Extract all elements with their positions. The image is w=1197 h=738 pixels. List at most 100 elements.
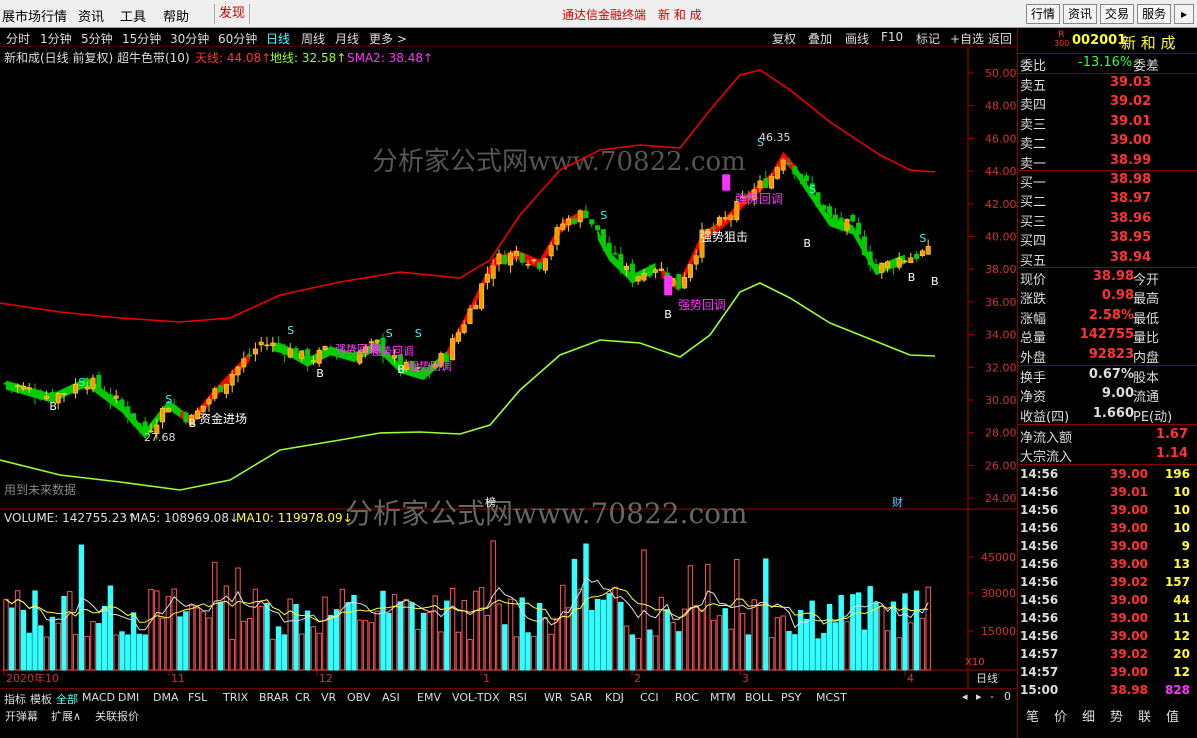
volume-bar <box>96 622 102 671</box>
period-30min[interactable]: 30分钟 <box>170 30 209 47</box>
top-button-news[interactable]: 资讯 <box>1063 4 1097 24</box>
indicator-tab[interactable]: VOL-TDX <box>452 691 500 704</box>
toolbar-draw[interactable]: 画线 <box>845 30 869 47</box>
footer-control[interactable]: ▸ <box>976 690 982 703</box>
quote-tab[interactable]: 细 <box>1082 706 1095 725</box>
volume-bar <box>478 587 485 671</box>
indicator-tab[interactable]: SAR <box>570 691 592 704</box>
top-button-service[interactable]: 服务 <box>1137 4 1171 24</box>
footer-control[interactable]: - <box>990 690 994 703</box>
tick-volume: 12 <box>1173 629 1190 643</box>
indicator-tab[interactable]: 指标 <box>4 691 26 707</box>
volume-bar <box>333 609 340 671</box>
menu-news[interactable]: 资讯 <box>78 6 104 25</box>
indicator-tab[interactable]: MCST <box>816 691 847 704</box>
volume-bar <box>809 600 815 671</box>
indicator-tab[interactable]: BOLL <box>745 691 773 704</box>
indicator-tab[interactable]: BRAR <box>259 691 289 704</box>
toolbar-overlay[interactable]: 叠加 <box>808 30 832 47</box>
indicator-tab[interactable]: WR <box>544 691 563 704</box>
quote-tab[interactable]: 势 <box>1110 706 1123 725</box>
stat-row: 涨跌 0.98 最高 <box>1018 287 1197 307</box>
quote-tab[interactable]: 联 <box>1138 706 1151 725</box>
candle-body <box>879 263 885 273</box>
toolbar-add-favorite[interactable]: +自选 <box>950 30 984 47</box>
menu-discover[interactable]: 发现 <box>214 4 251 24</box>
tick-volume: 828 <box>1164 683 1190 697</box>
volume-bar <box>43 636 50 671</box>
price-tick: 42.00 <box>985 198 1017 211</box>
footer-expand[interactable]: 扩展∧ <box>51 708 81 724</box>
period-weekly[interactable]: 周线 <box>301 30 325 47</box>
volume-bar <box>61 595 67 671</box>
period-daily[interactable]: 日线 <box>266 30 290 47</box>
volume-bar <box>676 631 682 671</box>
candle-body <box>305 349 311 366</box>
candle-body <box>780 159 786 171</box>
indicator-tab[interactable]: PSY <box>781 691 801 704</box>
footer-control[interactable]: 0 <box>1004 690 1011 703</box>
menu-more-icon[interactable]: ▸ <box>1174 4 1194 24</box>
tick-volume: 44 <box>1173 593 1190 607</box>
candle-body <box>119 399 125 407</box>
tick-volume: 157 <box>1164 575 1190 589</box>
indicator-tab[interactable]: MACD <box>82 691 115 704</box>
indicator-tab[interactable]: ASI <box>382 691 400 704</box>
period-1min[interactable]: 1分钟 <box>40 30 72 47</box>
candle-body <box>890 263 896 268</box>
toolbar-f10[interactable]: F10 <box>881 30 903 44</box>
quote-tab[interactable]: 笔 <box>1026 706 1039 725</box>
quote-tab[interactable]: 值 <box>1166 706 1179 725</box>
period-monthly[interactable]: 月线 <box>335 30 359 47</box>
volume-bar <box>9 607 15 671</box>
volume-bar <box>681 608 688 671</box>
indicator-tab[interactable]: MTM <box>710 691 736 704</box>
toolbar-mark[interactable]: 标记 <box>916 30 940 47</box>
menu-tools[interactable]: 工具 <box>120 6 146 25</box>
bang-marker[interactable]: 榜 <box>485 495 496 509</box>
indicator-tab[interactable]: RSI <box>509 691 527 704</box>
volume-bar <box>438 631 444 671</box>
menu-help[interactable]: 帮助 <box>163 6 189 25</box>
candle-body <box>9 383 15 387</box>
indicator-tab[interactable]: DMI <box>118 691 139 704</box>
indicator-tab[interactable]: OBV <box>347 691 370 704</box>
top-button-trade[interactable]: 交易 <box>1100 4 1134 24</box>
indicator-tab[interactable]: EMV <box>417 691 441 704</box>
indicator-tab[interactable]: TRIX <box>223 691 248 704</box>
sell-signal: S <box>415 327 422 340</box>
kline-chart[interactable]: 50.00 48.00 46.00 44.00 42.00 40.00 38.00 36.00… <box>0 47 1017 690</box>
candle-body <box>450 338 456 361</box>
indicator-tab[interactable]: FSL <box>188 691 207 704</box>
toolbar-adjust[interactable]: 复权 <box>772 30 796 47</box>
period-15min[interactable]: 15分钟 <box>122 30 161 47</box>
volume-bar <box>20 609 27 671</box>
candle-body <box>252 348 258 355</box>
volume-bar <box>380 590 386 671</box>
indicator-tab[interactable]: VR <box>321 691 336 704</box>
stat-row: 现价 38.98 今开 <box>1018 268 1197 288</box>
indicator-tab[interactable]: KDJ <box>605 691 624 704</box>
footer-danmu[interactable]: 开弹幕 <box>5 708 38 724</box>
toolbar-back[interactable]: 返回 <box>988 30 1012 47</box>
quote-tab[interactable]: 价 <box>1054 706 1067 725</box>
period-5min[interactable]: 5分钟 <box>81 30 113 47</box>
volume-bar <box>693 605 699 671</box>
indicator-tab[interactable]: ROC <box>675 691 699 704</box>
window-title: 通达信金融终端 新 和 成 <box>562 8 702 22</box>
period-more[interactable]: 更多 > <box>369 30 407 47</box>
indicator-tab[interactable]: CCI <box>640 691 659 704</box>
cai-marker[interactable]: 财 <box>892 495 903 509</box>
top-button-quote[interactable]: 行情 <box>1026 4 1060 24</box>
indicator-tab[interactable]: 全部 <box>56 691 78 707</box>
footer-control[interactable]: ◂ <box>962 690 968 703</box>
indicator-tab[interactable]: DMA <box>153 691 179 704</box>
footer-linked-quotes[interactable]: 关联报价 <box>95 708 139 724</box>
period-60min[interactable]: 60分钟 <box>218 30 257 47</box>
indicator-tab[interactable]: CR <box>295 691 310 704</box>
candle-body <box>896 258 902 268</box>
period-timeshare[interactable]: 分时 <box>6 30 30 47</box>
indicator-tab[interactable]: 模板 <box>30 691 52 707</box>
stat-row: 涨幅 2.58% 最低 <box>1018 307 1197 327</box>
menu-market[interactable]: 展市场行情 <box>2 6 67 25</box>
